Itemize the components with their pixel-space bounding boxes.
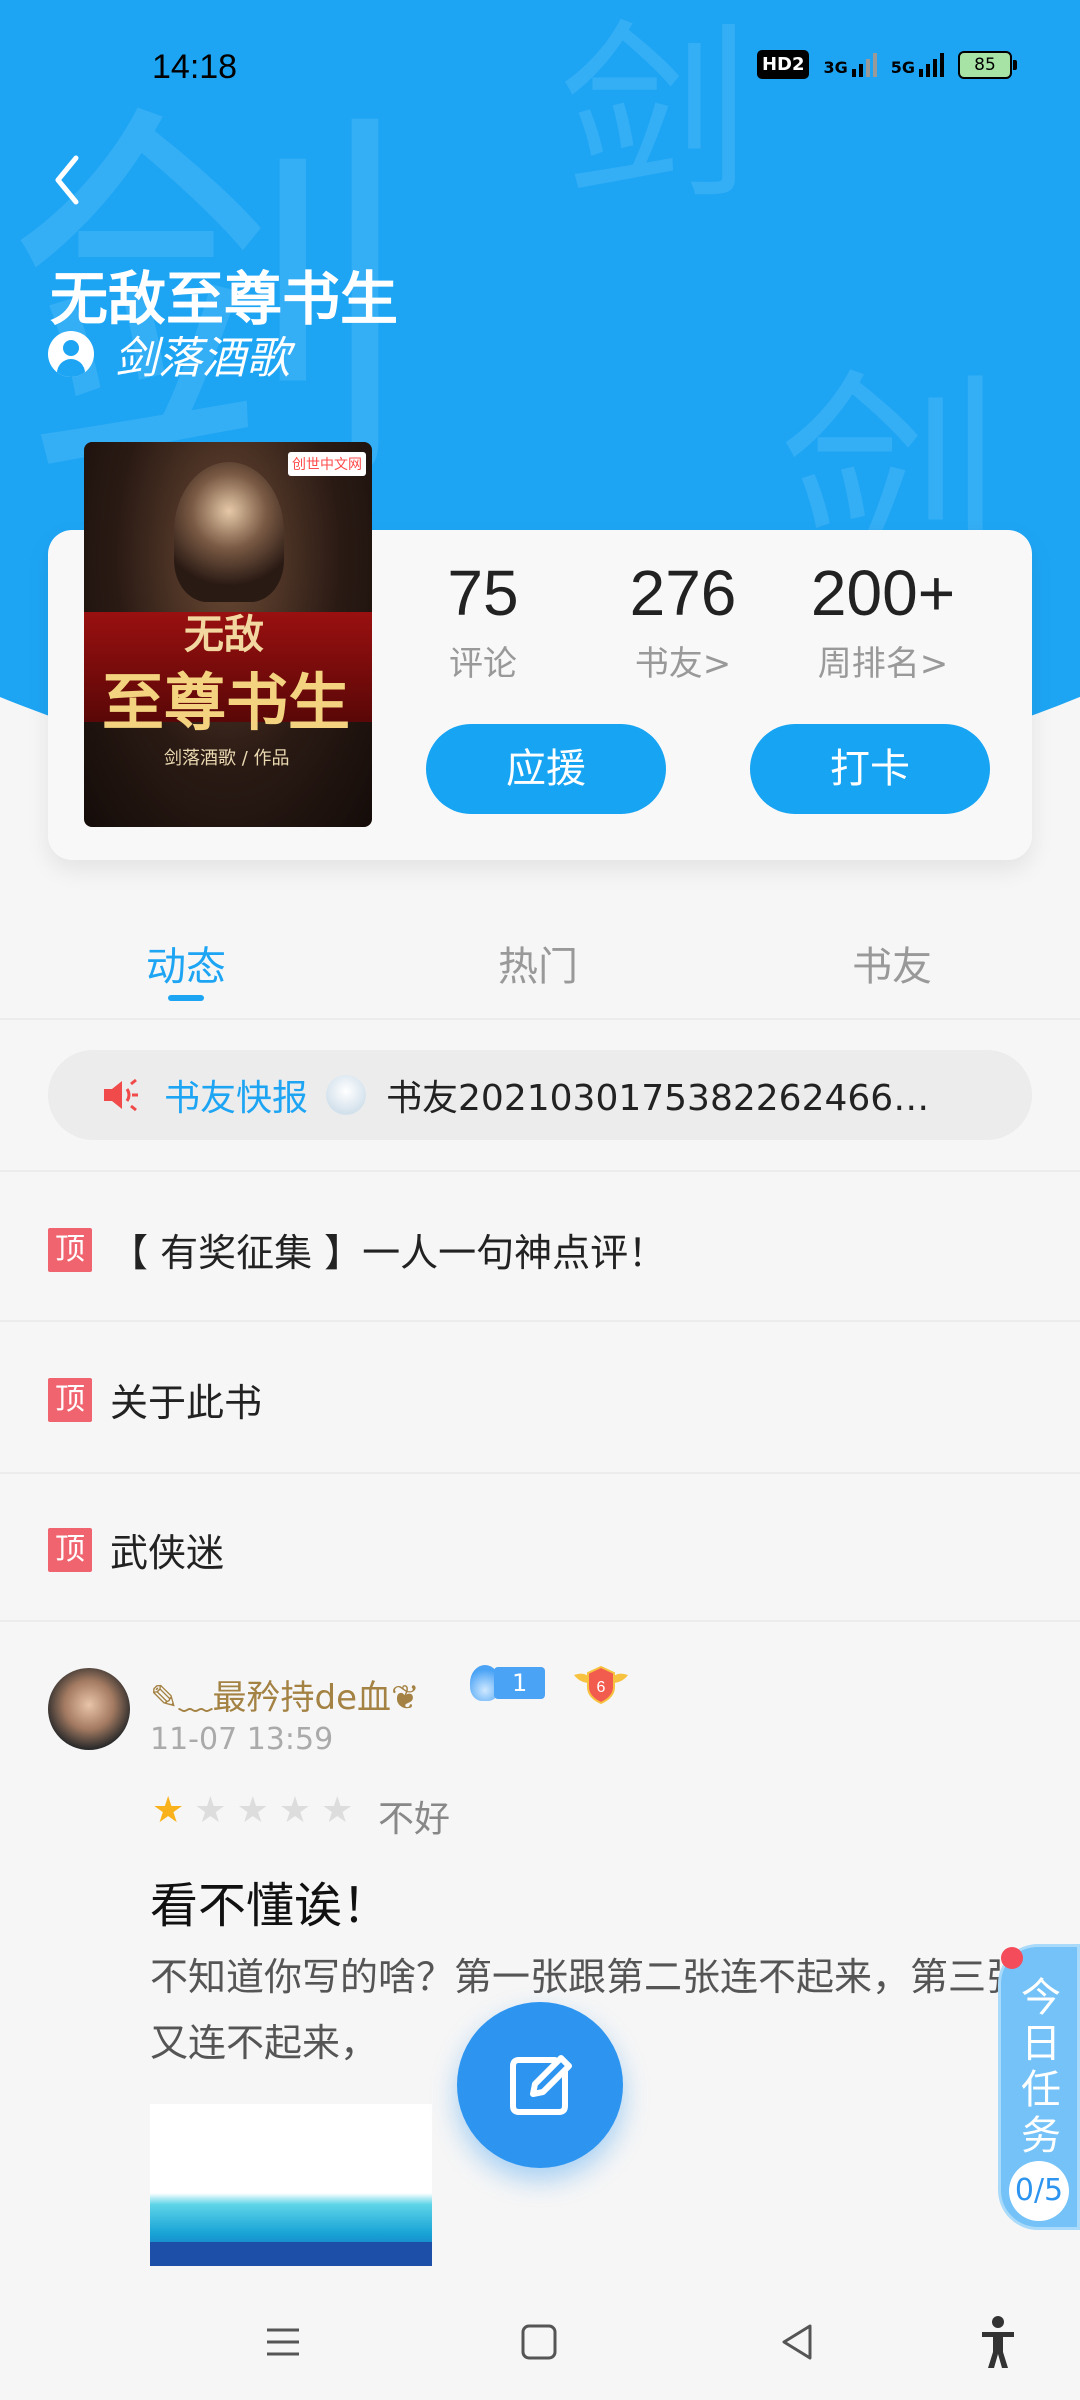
support-button[interactable]: 应援: [426, 724, 666, 814]
author-name: 剑落酒歌: [114, 333, 290, 384]
author-link[interactable]: 剑落酒歌: [48, 322, 290, 386]
pinned-post[interactable]: 顶 武侠迷: [48, 1522, 224, 1577]
status-bar: 14:18 HD2 3G 5G 85: [0, 0, 1080, 140]
status-icons: HD2 3G 5G 85: [756, 50, 1017, 79]
star-empty-icon: ★: [194, 1790, 227, 1831]
news-text: 书友20210301753822624​66…: [386, 1078, 930, 1119]
signal-3g-icon: 3G: [823, 52, 877, 77]
star-filled-icon: ★: [152, 1790, 185, 1831]
cover-logo: 创世中文网: [288, 452, 366, 476]
post-username[interactable]: ✎﹏最矜持de血❦: [150, 1670, 419, 1719]
rating-word: 不好: [378, 1799, 451, 1840]
pinned-post[interactable]: 顶 关于此书: [48, 1372, 262, 1427]
back-triangle-icon[interactable]: [768, 2312, 828, 2372]
pinned-title: 【 有奖征集 】一人一句神点评！: [110, 1231, 667, 1275]
battery-icon: 85: [958, 50, 1017, 79]
checkin-button[interactable]: 打卡: [750, 724, 990, 814]
pinned-tag: 顶: [48, 1227, 92, 1272]
compose-button[interactable]: [457, 2002, 623, 2168]
post-image[interactable]: [150, 2104, 432, 2266]
system-nav-bar: [0, 2286, 1080, 2400]
signal-5g-icon: 5G: [891, 52, 944, 77]
home-icon[interactable]: [509, 2312, 569, 2372]
accessibility-icon[interactable]: [968, 2312, 1028, 2372]
pinned-post[interactable]: 顶 【 有奖征集 】一人一句神点评！: [48, 1222, 666, 1277]
daily-task-button[interactable]: 今日任务 0/5: [998, 1944, 1080, 2230]
speaker-icon: [104, 1078, 138, 1112]
user-icon: [48, 331, 94, 377]
fan-level-badge: 1: [470, 1665, 546, 1701]
tab-hot[interactable]: 热门: [498, 934, 578, 992]
edit-icon: [510, 2055, 572, 2115]
pinned-title: 武侠迷: [110, 1531, 225, 1575]
tab-readers[interactable]: 书友: [852, 934, 932, 992]
tab-bar: 动态 热门 书友: [0, 910, 1080, 1020]
divider: [0, 1170, 1080, 1172]
star-empty-icon: ★: [278, 1790, 312, 1831]
menu-icon[interactable]: [253, 2312, 313, 2372]
cloud-icon: [326, 1075, 367, 1115]
tab-activity[interactable]: 动态: [146, 934, 226, 992]
daily-task-count: 0/5: [1009, 2161, 1069, 2221]
star-empty-icon: ★: [321, 1790, 354, 1831]
news-ticker[interactable]: 书友快报 书友20210301753822624​66…: [48, 1050, 1032, 1140]
hd-icon: HD2: [756, 50, 810, 79]
chevron-left-icon: [55, 155, 79, 205]
cover-author: 剑落酒歌 / 作品: [164, 748, 290, 769]
book-cover[interactable]: 创世中文网 无敌 至尊书生 剑落酒歌 / 作品: [84, 442, 372, 827]
pinned-tag: 顶: [48, 1377, 92, 1422]
shield-badge-icon: 6: [574, 1665, 628, 1705]
stat-weekly-rank[interactable]: 200+ 周排名>: [783, 556, 983, 685]
news-label: 书友快报: [164, 1078, 309, 1119]
back-button[interactable]: [48, 150, 88, 210]
shield-level: 6: [597, 1679, 606, 1696]
divider: [0, 1620, 1080, 1622]
avatar[interactable]: [48, 1668, 130, 1750]
stat-comments[interactable]: 75 评论: [383, 556, 583, 685]
divider: [0, 1472, 1080, 1474]
post-time: 11-07 13:59: [150, 1722, 334, 1757]
status-time: 14:18: [152, 48, 238, 86]
divider: [0, 1320, 1080, 1322]
stat-readers[interactable]: 276 书友>: [583, 556, 783, 685]
cover-title: 至尊书生: [102, 666, 351, 739]
star-empty-icon: ★: [236, 1790, 269, 1831]
post-title: 看不懂诶！: [150, 1878, 391, 1934]
pinned-tag: 顶: [48, 1527, 92, 1572]
tab-indicator: [168, 995, 204, 1001]
notification-dot: [1001, 1947, 1023, 1969]
rating-stars: ★ ★ ★ ★ ★: [152, 1790, 353, 1831]
pinned-title: 关于此书: [110, 1381, 263, 1425]
daily-task-label: 今日任务: [1021, 1975, 1061, 2159]
fan-level: 1: [494, 1667, 546, 1699]
